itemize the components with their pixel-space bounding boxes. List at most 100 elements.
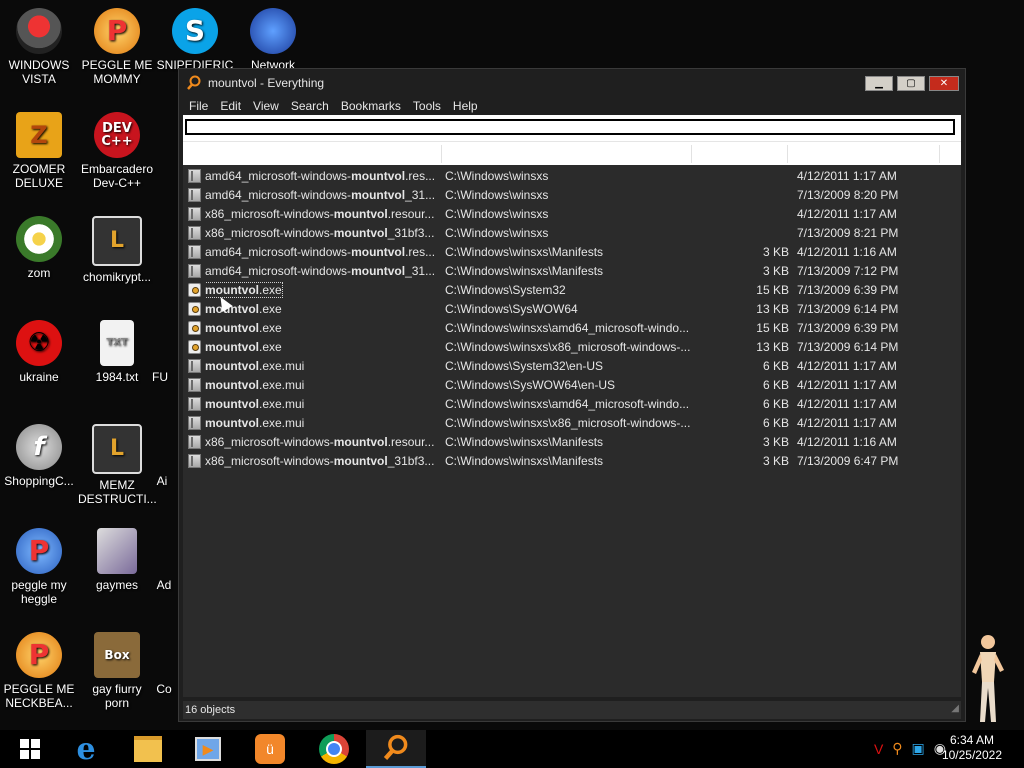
embarcadero-devcpp-icon[interactable]: DEV C++ Embarcadero Dev-C++ bbox=[78, 112, 156, 190]
document-icon: TXT bbox=[100, 320, 134, 366]
result-row[interactable]: amd64_microsoft-windows-mountvol.res... C… bbox=[183, 243, 961, 262]
menu-search[interactable]: Search bbox=[285, 99, 335, 113]
desktop-icon-label: MOMMY bbox=[93, 72, 141, 86]
result-name-match: mountvol bbox=[351, 264, 406, 278]
result-path: C:\Windows\winsxs\Manifests bbox=[445, 264, 604, 278]
uc-browser-icon[interactable]: ü bbox=[240, 730, 300, 768]
clock[interactable]: 6:34 AM 10/25/2022 bbox=[942, 733, 1002, 763]
menu-view[interactable]: View bbox=[247, 99, 285, 113]
result-date-modified: 4/12/2011 1:17 AM bbox=[797, 207, 897, 221]
zom-icon[interactable]: zom bbox=[0, 216, 78, 280]
result-date-modified: 4/12/2011 1:17 AM bbox=[797, 416, 897, 430]
desktop-icon-label: ZOOMER bbox=[12, 162, 66, 176]
internet-explorer-icon[interactable]: e bbox=[56, 730, 116, 768]
desktop-icon-label: ukraine bbox=[19, 370, 59, 384]
result-row[interactable]: x86_microsoft-windows-mountvol.resour...… bbox=[183, 433, 961, 452]
minimize-button[interactable]: ▁ bbox=[865, 76, 893, 91]
result-size: 3 KB bbox=[762, 245, 789, 259]
result-date-modified: 7/13/2009 6:14 PM bbox=[797, 340, 899, 354]
antivirus-icon[interactable]: V bbox=[874, 741, 883, 757]
devcpp-icon: DEV C++ bbox=[94, 112, 140, 158]
peggle-neckbeard-icon[interactable]: P PEGGLE ME NECKBEA... bbox=[0, 632, 78, 710]
shopping-flash-icon[interactable]: f ShoppingC... bbox=[0, 424, 78, 488]
result-size: 6 KB bbox=[762, 359, 789, 373]
peggle-me-mommy-icon[interactable]: P PEGGLE ME MOMMY bbox=[78, 8, 156, 86]
result-row[interactable]: mountvol.exe.mui C:\Windows\winsxs\x86_mi… bbox=[183, 414, 961, 433]
result-name-suffix: _31bf3... bbox=[387, 226, 435, 240]
zoomer-deluxe-icon-image: Z bbox=[16, 112, 62, 158]
result-row[interactable]: x86_microsoft-windows-mountvol_31bf3... C… bbox=[183, 452, 961, 471]
column-header-size[interactable] bbox=[787, 145, 788, 163]
result-name-suffix: .resour... bbox=[387, 207, 435, 221]
result-row[interactable]: mountvol.exe C:\Windows\winsxs\amd64_micr… bbox=[183, 319, 961, 338]
network-tray-icon[interactable]: ▣ bbox=[912, 740, 925, 757]
result-row[interactable]: amd64_microsoft-windows-mountvol_31... C:… bbox=[183, 262, 961, 281]
status-text: 16 objects bbox=[185, 704, 236, 716]
memz-icon[interactable]: L MEMZ DESTRUCTI... bbox=[78, 424, 157, 506]
maximize-button[interactable]: ▢ bbox=[897, 76, 925, 91]
clock-date: 10/25/2022 bbox=[941, 748, 1002, 762]
result-name-prefix: amd64_microsoft-windows- bbox=[205, 264, 352, 278]
result-row[interactable]: x86_microsoft-windows-mountvol_31bf3... C… bbox=[183, 224, 961, 243]
file-icon bbox=[188, 169, 201, 183]
search-input[interactable] bbox=[185, 119, 955, 135]
result-path: C:\Windows\winsxs\amd64_microsoft-windo.… bbox=[445, 321, 690, 335]
media-player-icon[interactable]: ▶ bbox=[178, 730, 238, 768]
menu-bookmarks[interactable]: Bookmarks bbox=[335, 99, 407, 113]
menu-file[interactable]: File bbox=[183, 99, 214, 113]
peggle-my-heggle-icon[interactable]: P peggle my heggle bbox=[0, 528, 78, 606]
title-bar[interactable]: mountvol - Everything ▁ ▢ ✕ bbox=[179, 69, 965, 97]
column-header-name[interactable] bbox=[441, 145, 442, 163]
result-row[interactable]: amd64_microsoft-windows-mountvol_31... C:… bbox=[183, 186, 961, 205]
result-name: amd64_microsoft-windows-mountvol.res... bbox=[205, 167, 443, 186]
windows-vista-icon[interactable]: WINDOWS VISTA bbox=[0, 8, 78, 86]
result-row[interactable]: x86_microsoft-windows-mountvol.resour...… bbox=[183, 205, 961, 224]
menu-edit[interactable]: Edit bbox=[214, 99, 247, 113]
result-name-text: mountvol.exe bbox=[205, 340, 282, 354]
menu-help[interactable]: Help bbox=[447, 99, 484, 113]
result-row[interactable]: mountvol.exe C:\Windows\winsxs\x86_micros… bbox=[183, 338, 961, 357]
result-row[interactable]: mountvol.exe C:\Windows\SysWOW64 13 KB 7/13… bbox=[183, 300, 961, 319]
desktop-icon-label: PEGGLE ME bbox=[81, 58, 153, 72]
network-icon[interactable]: Network bbox=[234, 8, 312, 72]
column-header-path[interactable] bbox=[691, 145, 692, 163]
result-name: x86_microsoft-windows-mountvol_31bf3... bbox=[205, 224, 443, 243]
everything-search-icon[interactable] bbox=[366, 730, 426, 768]
result-name-match: mountvol bbox=[333, 454, 388, 468]
result-name-prefix: x86_microsoft-windows- bbox=[205, 226, 334, 240]
result-path: C:\Windows\SysWOW64 bbox=[445, 302, 578, 316]
results-list[interactable]: amd64_microsoft-windows-mountvol.res... C… bbox=[183, 165, 961, 697]
result-name-prefix: x86_microsoft-windows- bbox=[205, 207, 334, 221]
chrome-icon[interactable] bbox=[304, 730, 364, 768]
result-row[interactable]: mountvol.exe C:\Windows\System32 15 KB 7/13… bbox=[183, 281, 961, 300]
desktop-icon-label: heggle bbox=[20, 592, 58, 606]
result-size: 6 KB bbox=[762, 397, 789, 411]
result-name-suffix: _31... bbox=[405, 264, 436, 278]
column-header-date[interactable] bbox=[939, 145, 940, 163]
result-row[interactable]: mountvol.exe.mui C:\Windows\winsxs\amd64_… bbox=[183, 395, 961, 414]
result-name-suffix: .res... bbox=[405, 245, 436, 259]
close-button[interactable]: ✕ bbox=[929, 76, 959, 91]
result-row[interactable]: mountvol.exe.mui C:\Windows\System32\en-U… bbox=[183, 357, 961, 376]
file-icon bbox=[188, 226, 201, 240]
result-row[interactable]: mountvol.exe.mui C:\Windows\SysWOW64\en-U… bbox=[183, 376, 961, 395]
file-explorer-icon[interactable] bbox=[118, 730, 178, 768]
zoomer-deluxe-icon[interactable]: Z ZOOMER DELUXE bbox=[0, 112, 78, 190]
search-tray-icon[interactable]: ⚲ bbox=[892, 740, 902, 757]
result-date-modified: 4/12/2011 1:17 AM bbox=[797, 397, 897, 411]
result-path: C:\Windows\winsxs\amd64_microsoft-windo.… bbox=[445, 397, 690, 411]
result-row[interactable]: amd64_microsoft-windows-mountvol.res... C… bbox=[183, 167, 961, 186]
desktop-icon-label: NECKBEA... bbox=[5, 696, 73, 710]
executable-file-icon bbox=[188, 283, 201, 297]
result-name-suffix: .exe bbox=[259, 340, 282, 354]
result-name-suffix: .exe.mui bbox=[259, 416, 305, 430]
box-icon[interactable]: Box gay fiurry porn bbox=[78, 632, 156, 710]
ukraine-icon[interactable]: ☢ ukraine bbox=[0, 320, 78, 384]
result-path: C:\Windows\winsxs\Manifests bbox=[445, 435, 604, 449]
start-button[interactable] bbox=[0, 730, 60, 768]
result-name: amd64_microsoft-windows-mountvol_31... bbox=[205, 186, 443, 205]
result-name: mountvol.exe.mui bbox=[205, 376, 443, 395]
menu-tools[interactable]: Tools bbox=[407, 99, 447, 113]
resize-grip-icon[interactable]: ◢ bbox=[951, 700, 959, 718]
chomikrypt-icon[interactable]: L chomikrypt... bbox=[78, 216, 156, 284]
